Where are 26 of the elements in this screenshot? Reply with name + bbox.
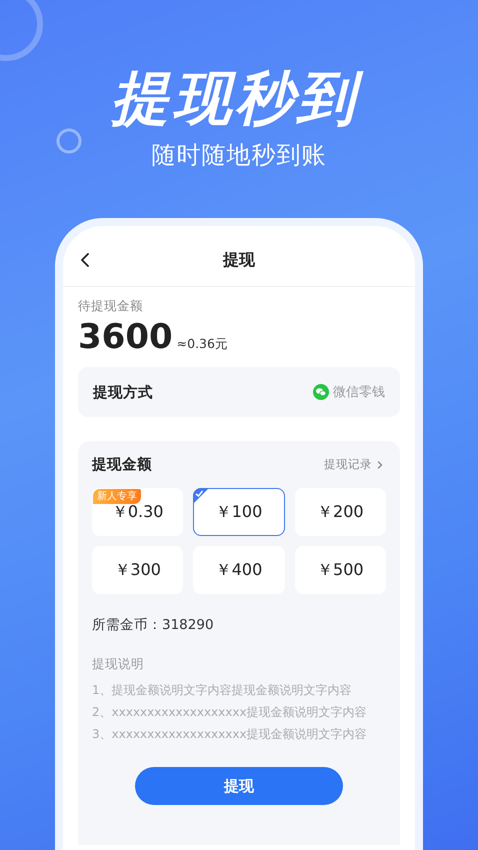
section-title: 提现金额 [92, 456, 152, 474]
page-title: 提现 [223, 250, 255, 270]
decorative-ring [55, 127, 83, 155]
approx-value: ≈0.36元 [176, 336, 228, 353]
new-user-badge: 新人专享 [93, 489, 141, 504]
pending-amount: 3600 [78, 317, 173, 357]
note-line: 1、提现金额说明文字内容提现金额说明文字内容 [92, 682, 353, 699]
amount-option[interactable]: ￥100 [193, 488, 285, 536]
pending-label: 待提现金额 [78, 298, 144, 315]
amount-option[interactable]: ￥300 [92, 546, 184, 594]
amount-option[interactable]: ￥0.30 新人专享 [92, 488, 184, 536]
note-line: 2、xxxxxxxxxxxxxxxxxxx提现金额说明文字内容 [92, 704, 368, 721]
note-line: 3、xxxxxxxxxxxxxxxxxxx提现金额说明文字内容 [92, 726, 368, 743]
amount-option[interactable]: ￥200 [294, 488, 386, 536]
withdraw-button[interactable]: 提现 [135, 767, 343, 805]
notes-title: 提现说明 [92, 656, 145, 673]
method-card[interactable]: 提现方式 微信零钱 [78, 367, 400, 417]
amount-option[interactable]: ￥400 [193, 546, 285, 594]
required-coins: 所需金币：318290 [92, 616, 215, 634]
check-icon [193, 488, 210, 504]
amount-option[interactable]: ￥500 [294, 546, 386, 594]
method-label: 提现方式 [93, 383, 153, 402]
method-value: 微信零钱 [333, 384, 385, 401]
headline: 提现秒到 [107, 62, 371, 134]
subheadline: 随时随地秒到账 [152, 140, 326, 170]
chat-icon [313, 384, 329, 400]
